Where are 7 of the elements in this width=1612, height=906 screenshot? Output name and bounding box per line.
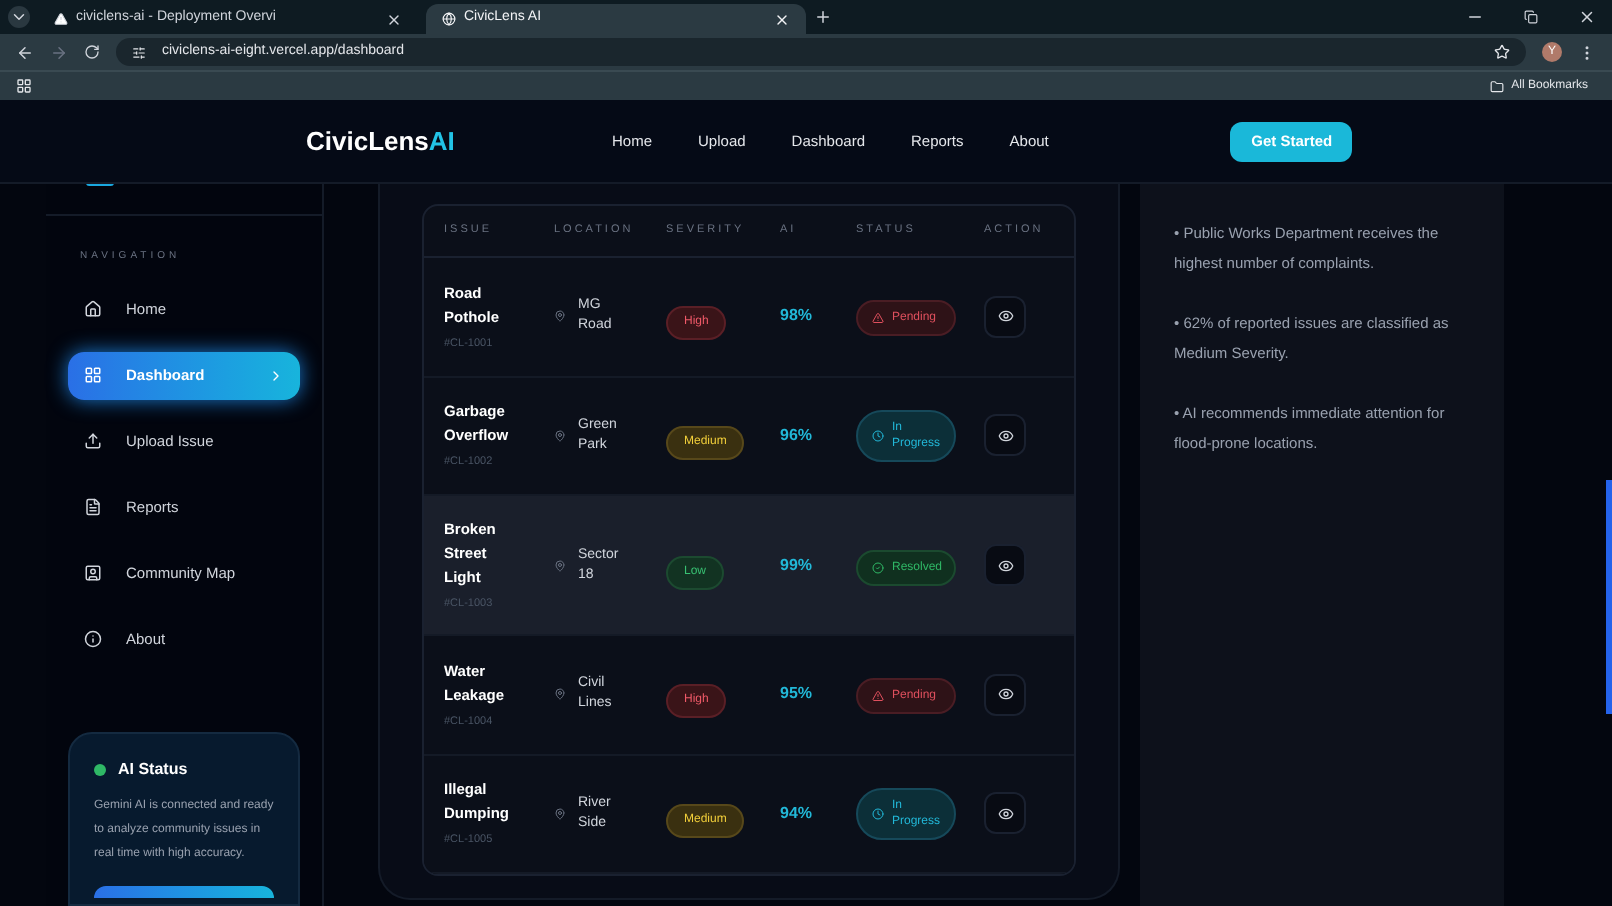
ai-score: 96% [780,423,815,448]
ai-score: 99% [780,553,815,577]
ai-score: 98% [780,304,815,329]
ai-status-title: AI Status [118,757,188,781]
logo[interactable]: CivicLensAI [306,121,566,161]
ai-score: 95% [780,682,815,707]
ai-score: 94% [780,801,815,826]
